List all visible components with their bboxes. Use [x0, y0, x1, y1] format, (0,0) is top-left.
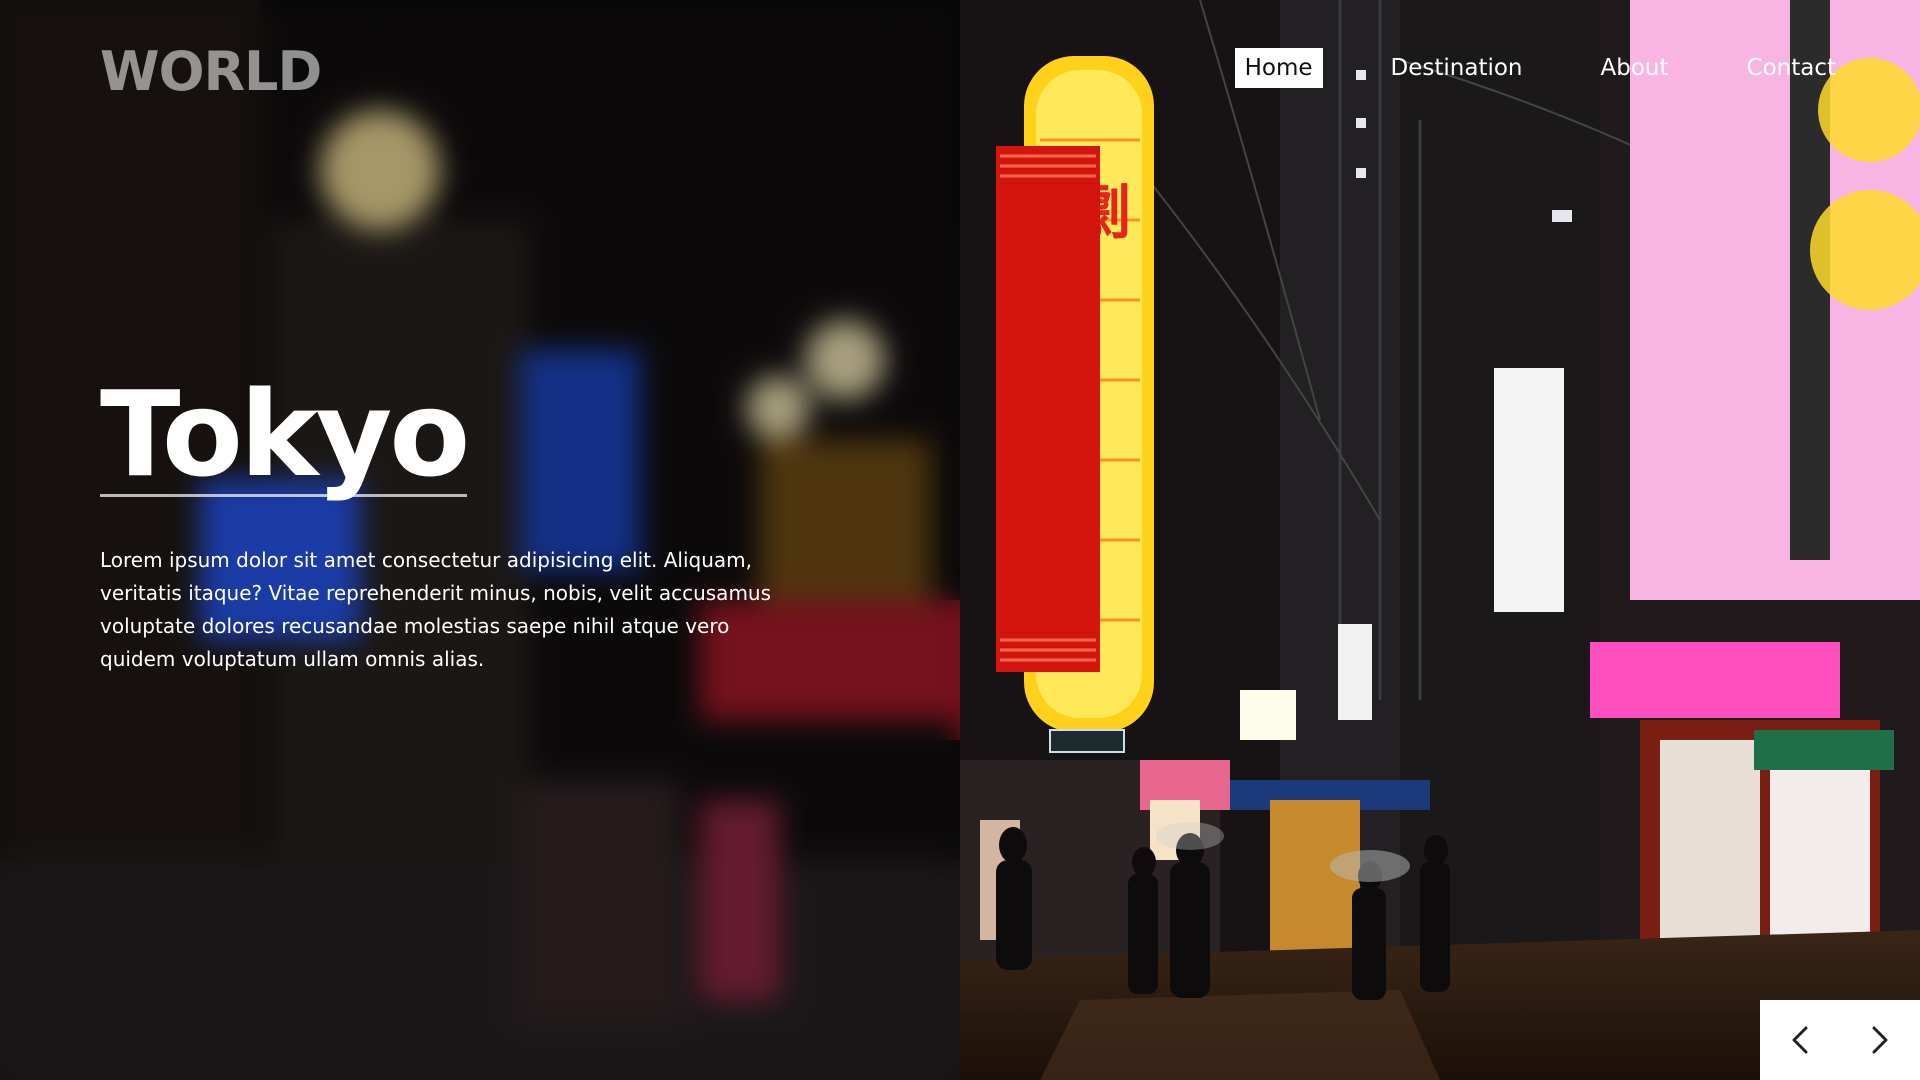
main-nav: Home Destination About Contact	[1234, 48, 1846, 88]
prev-slide-button[interactable]	[1778, 1018, 1822, 1062]
nav-item-about[interactable]: About	[1591, 48, 1679, 88]
chevron-left-icon	[1792, 1026, 1808, 1054]
slider-controls	[1760, 1000, 1920, 1080]
nav-item-destination[interactable]: Destination	[1381, 48, 1533, 88]
hero-description: Lorem ipsum dolor sit amet consectetur a…	[100, 548, 772, 671]
site-logo[interactable]: WORLD	[100, 40, 322, 104]
hero-title: Tokyo	[100, 365, 470, 503]
nav-item-home[interactable]: Home	[1234, 48, 1323, 88]
hero-background-blur	[0, 0, 960, 1080]
next-slide-button[interactable]	[1858, 1018, 1902, 1062]
chevron-right-icon	[1872, 1026, 1888, 1054]
hero-section: 劇	[0, 0, 1920, 1080]
nav-item-contact[interactable]: Contact	[1737, 48, 1846, 88]
